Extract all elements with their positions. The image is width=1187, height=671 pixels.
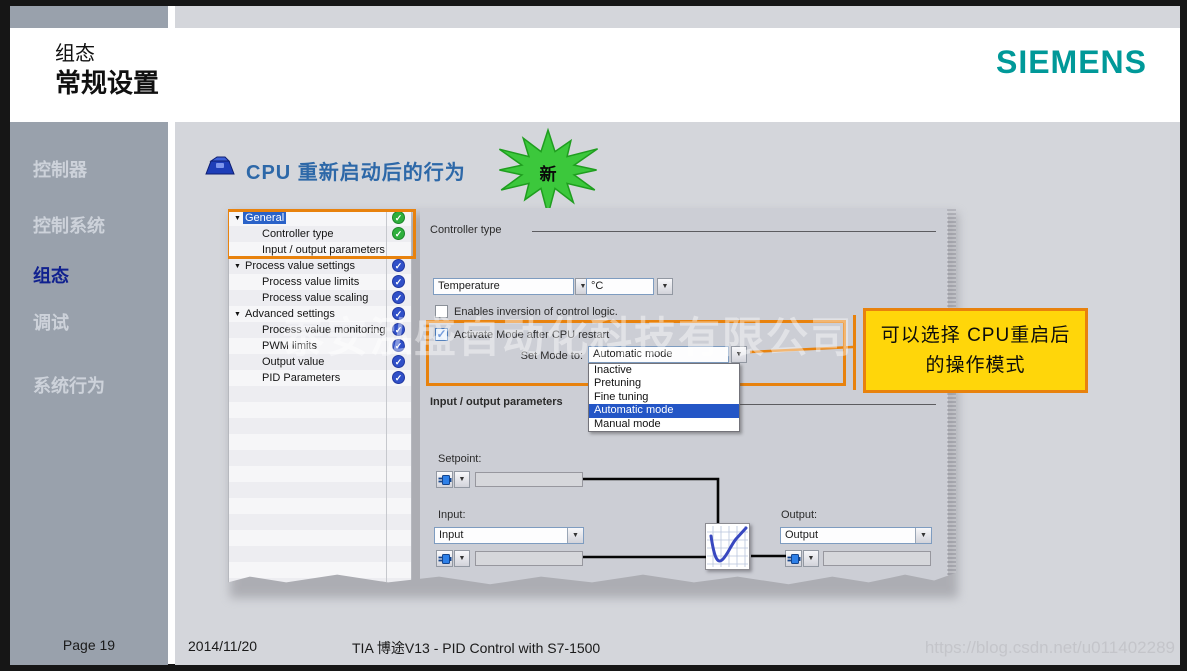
set-mode-select[interactable]: Automatic mode bbox=[588, 346, 729, 363]
csdn-watermark-url: https://blog.csdn.net/u011402289 bbox=[924, 638, 1175, 657]
output-field[interactable] bbox=[823, 551, 931, 566]
unit-dropdown-arrow[interactable]: ▼ bbox=[657, 278, 673, 295]
slide-root: 组态 常规设置 SIEMENS 控制器 控制系统 组态 调试 系统行为 CPU 重新启动… bbox=[0, 0, 1187, 671]
tree-row[interactable]: PWM limits ✓ bbox=[229, 338, 411, 354]
input-dropdown-arrow[interactable]: ▼ bbox=[567, 528, 583, 543]
mode-option[interactable]: Pretuning bbox=[589, 377, 739, 390]
mode-options-list[interactable]: Inactive Pretuning Fine tuning Automatic mo… bbox=[588, 363, 740, 432]
input-plug-icon[interactable] bbox=[436, 550, 453, 567]
status-check-icon-blue: ✓ bbox=[392, 291, 405, 304]
slide-subtitle: 组态 bbox=[55, 43, 95, 65]
tree-highlight-box bbox=[228, 209, 416, 259]
output-plug-icon[interactable] bbox=[785, 550, 802, 567]
input-select-value: Input bbox=[439, 529, 464, 541]
expand-icon[interactable]: ▼ bbox=[234, 311, 243, 318]
tia-tree[interactable]: ▼ General ✓ Controller type ✓ Input / output … bbox=[228, 209, 412, 585]
invert-logic-checkbox[interactable] bbox=[435, 305, 448, 318]
new-badge: 新 bbox=[539, 165, 557, 184]
page-title: 常规设置 bbox=[55, 68, 160, 98]
content-heading: CPU 重新启动后的行为 bbox=[246, 162, 466, 184]
input-label: Input: bbox=[438, 509, 466, 521]
setpoint-source-arrow[interactable]: ▼ bbox=[454, 471, 470, 488]
controller-type-section-label: Controller type bbox=[430, 224, 502, 236]
status-check-icon-blue: ✓ bbox=[392, 355, 405, 368]
sidebar-item-系统行为[interactable]: 系统行为 bbox=[33, 372, 105, 398]
activate-mode-checkbox[interactable]: ✓ bbox=[435, 328, 448, 341]
siemens-logo: SIEMENS bbox=[995, 44, 1147, 80]
sidebar-nav: 控制器控制系统组态调试系统行为 bbox=[10, 140, 168, 520]
status-check-icon-blue: ✓ bbox=[392, 259, 405, 272]
input-source-arrow[interactable]: ▼ bbox=[454, 550, 470, 567]
status-check-icon-blue: ✓ bbox=[392, 307, 405, 320]
set-mode-label: Set Mode to: bbox=[520, 350, 583, 362]
unit-select[interactable]: °C bbox=[586, 278, 654, 295]
tree-label[interactable]: PID Parameters bbox=[260, 372, 342, 384]
setpoint-label: Setpoint: bbox=[438, 453, 482, 465]
section-rule bbox=[532, 231, 936, 232]
tree-row[interactable]: Process value monitoring ✓ bbox=[229, 322, 411, 338]
sidebar-item-组态[interactable]: 组态 bbox=[33, 262, 69, 288]
tree-label[interactable]: Process value limits bbox=[260, 276, 361, 288]
input-field[interactable] bbox=[475, 551, 583, 566]
sidebar-item-控制系统[interactable]: 控制系统 bbox=[33, 212, 105, 238]
status-check-icon-blue: ✓ bbox=[392, 339, 405, 352]
tree-row[interactable]: ▼ Process value settings ✓ bbox=[229, 258, 411, 274]
toolbox-icon bbox=[203, 153, 237, 179]
tia-screenshot: ▼ General ✓ Controller type ✓ Input / output … bbox=[228, 207, 956, 585]
output-source-arrow[interactable]: ▼ bbox=[803, 550, 819, 567]
output-dropdown-arrow[interactable]: ▼ bbox=[915, 528, 931, 543]
status-check-icon-blue: ✓ bbox=[392, 371, 405, 384]
footer-deck-title: TIA 博途V13 - PID Control with S7-1500 bbox=[352, 640, 601, 656]
output-select[interactable]: Output ▼ bbox=[780, 527, 932, 544]
pid-trend-icon bbox=[705, 523, 750, 570]
tree-row[interactable]: ▼ Advanced settings ✓ bbox=[229, 306, 411, 322]
slide-title-block: 组态 常规设置 bbox=[55, 42, 159, 100]
activate-mode-label: Activate Mode after CPU restart bbox=[454, 329, 610, 341]
controller-type-select[interactable]: Temperature bbox=[433, 278, 574, 295]
io-section-label: Input / output parameters bbox=[430, 396, 563, 408]
tree-row[interactable]: Process value scaling ✓ bbox=[229, 290, 411, 306]
input-select[interactable]: Input ▼ bbox=[434, 527, 584, 544]
output-label: Output: bbox=[781, 509, 818, 521]
status-check-icon-blue: ✓ bbox=[392, 275, 405, 288]
tia-settings-panel: Controller type Temperature ▼ °C ▼ Enabl… bbox=[420, 208, 948, 585]
callout-note: 可以选择 CPU重启后 的操作模式 bbox=[863, 308, 1088, 393]
set-mode-dropdown-arrow[interactable]: ▼ bbox=[731, 346, 747, 363]
mode-option[interactable]: Fine tuning bbox=[589, 391, 739, 404]
tree-label[interactable]: Process value monitoring bbox=[260, 324, 388, 336]
mode-option[interactable]: Automatic mode bbox=[589, 404, 739, 418]
sidebar-item-调试[interactable]: 调试 bbox=[33, 309, 69, 335]
expand-icon[interactable]: ▼ bbox=[234, 263, 243, 270]
tree-label[interactable]: Process value settings bbox=[243, 260, 357, 272]
mode-option[interactable]: Manual mode bbox=[589, 418, 739, 431]
callout-line1: 可以选择 CPU重启后 bbox=[880, 325, 1071, 347]
callout-pointer-bar bbox=[853, 315, 856, 390]
output-select-value: Output bbox=[785, 529, 819, 541]
status-check-icon-blue: ✓ bbox=[392, 323, 405, 336]
page-number: Page 19 bbox=[62, 637, 116, 653]
tree-row[interactable]: PID Parameters ✓ bbox=[229, 370, 411, 386]
setpoint-field[interactable] bbox=[475, 472, 583, 487]
tree-label[interactable]: Advanced settings bbox=[243, 308, 337, 320]
mode-option[interactable]: Inactive bbox=[589, 364, 739, 377]
screenshot-torn-right-edge bbox=[947, 209, 956, 585]
tree-label[interactable]: Output value bbox=[260, 356, 326, 368]
tree-row[interactable]: Process value limits ✓ bbox=[229, 274, 411, 290]
tree-label[interactable]: Process value scaling bbox=[260, 292, 370, 304]
footer-date: 2014/11/20 bbox=[188, 638, 258, 654]
setpoint-plug-icon[interactable] bbox=[436, 471, 453, 488]
tree-row[interactable]: Output value ✓ bbox=[229, 354, 411, 370]
callout-line2: 的操作模式 bbox=[925, 354, 1026, 376]
sidebar-item-控制器[interactable]: 控制器 bbox=[33, 156, 87, 182]
tree-label[interactable]: PWM limits bbox=[260, 340, 319, 352]
invert-logic-label: Enables inversion of control logic. bbox=[454, 306, 618, 318]
